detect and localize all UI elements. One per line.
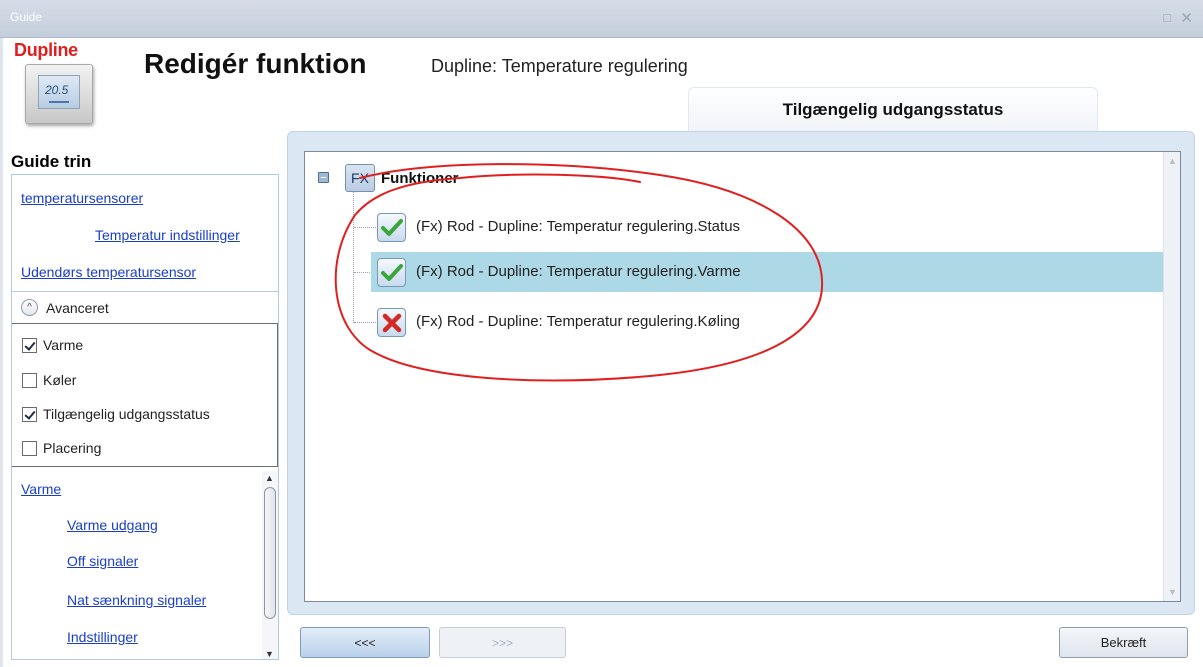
checkbox-koler[interactable] <box>22 372 37 388</box>
fx-icon: FX <box>345 164 375 192</box>
option-koler[interactable]: Køler <box>22 370 76 390</box>
scroll-thumb[interactable] <box>264 487 276 619</box>
scroll-up-icon[interactable]: ▲ <box>1168 156 1177 166</box>
tree-item-koling[interactable]: (Fx) Rod - Dupline: Temperatur regulerin… <box>371 302 1164 342</box>
window-titlebar[interactable]: Guide □ ✕ <box>0 0 1203 38</box>
step-link-varme[interactable]: Varme <box>21 481 61 497</box>
option-label: Placering <box>43 440 102 456</box>
content-frame: FX Funktioner (Fx) Rod - Dupline: Temper… <box>287 131 1195 615</box>
page-subtitle: Dupline: Temperature regulering <box>431 56 688 76</box>
page-title: Redigér funktion <box>144 48 367 79</box>
advanced-label: Avanceret <box>46 300 109 316</box>
dupline-logo: Dupline 20.5 <box>11 40 109 126</box>
option-tilgaengelig-udgangsstatus[interactable]: Tilgængelig udgangsstatus <box>22 404 210 424</box>
collapse-icon[interactable]: ^ <box>21 299 38 316</box>
function-tree[interactable]: FX Funktioner (Fx) Rod - Dupline: Temper… <box>304 151 1181 602</box>
tree-item-label: (Fx) Rod - Dupline: Temperatur regulerin… <box>416 263 741 280</box>
brand-text: Dupline <box>14 40 78 60</box>
step-link-varme-udgang[interactable]: Varme udgang <box>67 517 158 533</box>
option-varme[interactable]: Varme <box>22 335 83 355</box>
check-icon <box>377 258 406 287</box>
window-title: Guide <box>10 10 43 24</box>
advanced-options: Varme Køler Tilgængelig udgangsstatus Pl… <box>12 323 278 467</box>
tree-item-label: (Fx) Rod - Dupline: Temperatur regulerin… <box>416 218 741 235</box>
tree-item-status[interactable]: (Fx) Rod - Dupline: Temperatur regulerin… <box>371 207 1164 247</box>
back-button[interactable]: <<< <box>300 627 430 658</box>
checkbox-varme[interactable] <box>22 337 37 353</box>
tree-item-varme[interactable]: (Fx) Rod - Dupline: Temperatur regulerin… <box>371 252 1164 292</box>
next-button[interactable]: >>> <box>439 627 566 658</box>
step-link-udendors-temperatursensor[interactable]: Udendørs temperatursensor <box>21 264 196 280</box>
step-link-nat-saenkning-signaler[interactable]: Nat sænkning signaler <box>67 592 206 608</box>
tab-tilgaengelig-udgangsstatus[interactable]: Tilgængelig udgangsstatus <box>688 87 1098 131</box>
confirm-button[interactable]: Bekræft <box>1059 627 1188 658</box>
tree-scrollbar[interactable]: ▲ ▼ <box>1163 152 1180 601</box>
steps-heading: Guide trin <box>11 152 92 171</box>
step-link-temperatursensorer[interactable]: temperatursensorer <box>21 190 143 206</box>
maximize-button[interactable]: □ <box>1163 10 1171 25</box>
cross-icon <box>377 308 406 337</box>
scroll-down-icon[interactable]: ▼ <box>1168 587 1177 597</box>
thermostat-icon: 20.5 <box>25 64 93 124</box>
check-icon <box>377 213 406 242</box>
tree-root-label[interactable]: Funktioner <box>381 170 459 187</box>
steps-panel: temperatursensorer Temperatur indstillin… <box>11 174 279 660</box>
tree-item-label: (Fx) Rod - Dupline: Temperatur regulerin… <box>416 313 741 330</box>
option-label: Varme <box>43 337 84 353</box>
thermostat-bar <box>49 101 69 103</box>
tree-collapse-icon[interactable] <box>318 172 329 183</box>
scroll-up-icon[interactable]: ▲ <box>265 473 274 483</box>
option-label: Køler <box>43 372 77 388</box>
thermostat-screen: 20.5 <box>38 75 80 109</box>
checkbox-placering[interactable] <box>22 440 37 456</box>
step-link-off-signaler[interactable]: Off signaler <box>67 553 138 569</box>
step-link-temperatur-indstillinger[interactable]: Temperatur indstillinger <box>95 227 240 243</box>
option-label: Tilgængelig udgangsstatus <box>43 406 210 422</box>
advanced-header[interactable]: ^ Avanceret <box>12 291 278 323</box>
tree-connector <box>353 192 354 323</box>
step-link-indstillinger[interactable]: Indstillinger <box>67 629 138 645</box>
scroll-down-icon[interactable]: ▼ <box>265 649 274 659</box>
steps-scrollbar[interactable]: ▲ ▼ <box>262 471 278 659</box>
thermostat-readout: 20.5 <box>45 83 69 97</box>
close-button[interactable]: ✕ <box>1180 9 1193 27</box>
checkbox-tilgaengelig-udgangsstatus[interactable] <box>22 406 37 422</box>
window-left-edge <box>0 38 3 667</box>
option-placering[interactable]: Placering <box>22 438 101 458</box>
